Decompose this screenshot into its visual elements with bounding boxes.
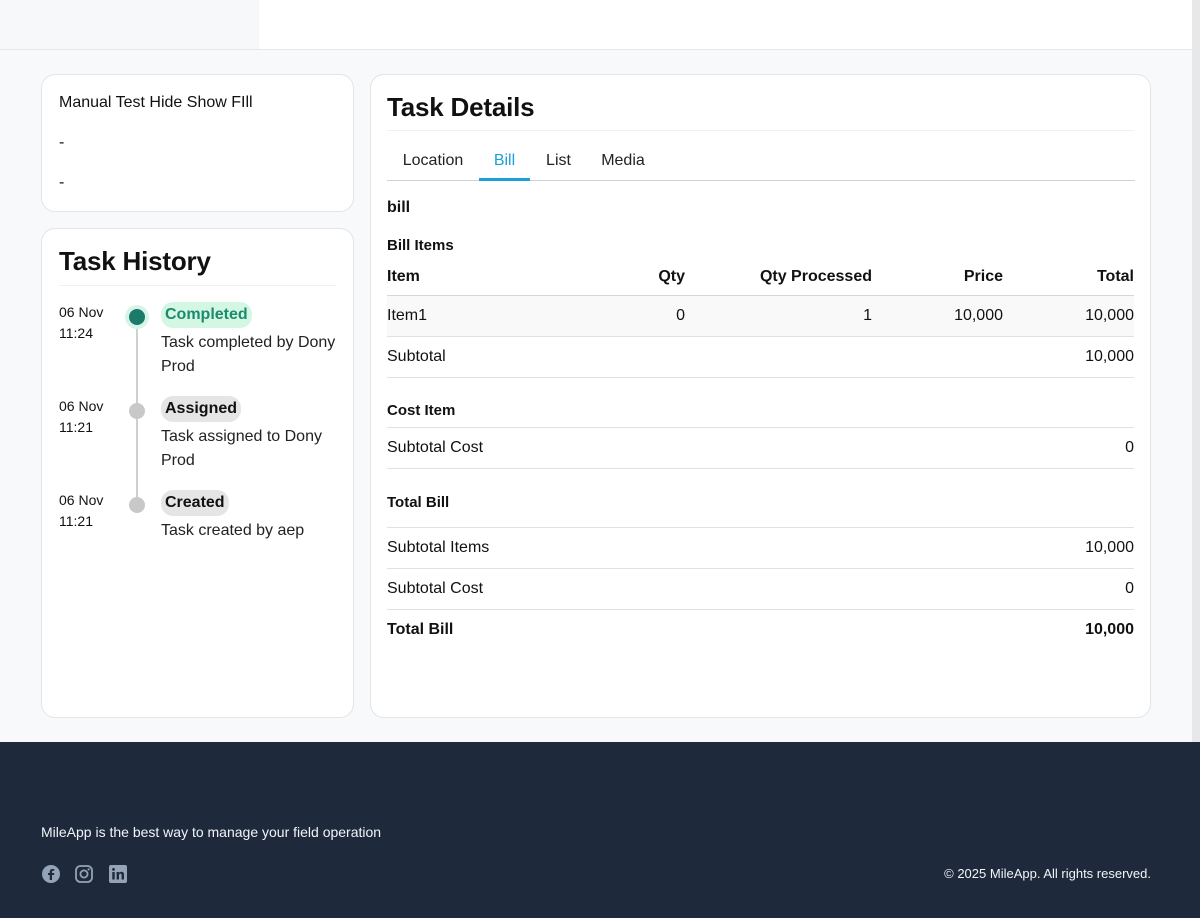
- task-title: Manual Test Hide Show FIll: [59, 94, 253, 111]
- bill-section-title: bill: [387, 199, 411, 216]
- timeline-date-time: 11:21: [59, 513, 93, 529]
- summary-subtotal-cost-row: Subtotal Cost 0: [387, 569, 1134, 610]
- timeline-description: Task completed by Dony Prod: [161, 334, 336, 375]
- column-header-total: Total: [1096, 268, 1134, 285]
- divider: [387, 130, 1134, 131]
- timeline-dot: [129, 403, 145, 419]
- table-row: Item1 0 1 10,000 10,000: [387, 296, 1134, 337]
- subtotal-items-value: 10,000: [1085, 539, 1134, 556]
- task-history-card: Task History 06 Nov 11:24 Completed Task…: [41, 228, 354, 718]
- task-details-title: Task Details: [387, 92, 535, 122]
- subtotal-cost-label: Subtotal Cost: [387, 439, 484, 456]
- subtotal-cost-value: 0: [1125, 439, 1134, 456]
- page-scrollbar[interactable]: [1192, 0, 1200, 742]
- timeline-date: 06 Nov 11:24: [59, 302, 119, 344]
- footer-copyright: © 2025 MileApp. All rights reserved.: [944, 866, 1151, 881]
- subtotal-items-label: Subtotal Items: [387, 539, 490, 556]
- cell-price: 10,000: [954, 307, 1003, 324]
- cell-qty: 0: [676, 307, 685, 324]
- task-history-title: Task History: [59, 246, 211, 276]
- summary-subtotal-cost-value: 0: [1125, 580, 1134, 597]
- timeline-description: Task created by aep: [161, 522, 305, 539]
- task-info-line-2: -: [59, 134, 65, 151]
- cell-total: 10,000: [1085, 307, 1134, 324]
- timeline-dot: [129, 497, 145, 513]
- bill-items-label: Bill Items: [387, 237, 454, 254]
- timeline-date-day: 06 Nov: [59, 304, 104, 320]
- summary-subtotal-items-row: Subtotal Items 10,000: [387, 528, 1134, 569]
- total-bill-value: 10,000: [1085, 621, 1134, 638]
- timeline-date: 06 Nov 11:21: [59, 490, 119, 532]
- tab-location[interactable]: Location: [387, 142, 479, 181]
- task-info-card: Manual Test Hide Show FIll - -: [41, 74, 354, 212]
- summary-total-bill-row: Total Bill 10,000: [387, 610, 1134, 651]
- tab-list[interactable]: List: [530, 142, 587, 181]
- timeline-date-time: 11:21: [59, 419, 93, 435]
- timeline-date-day: 06 Nov: [59, 398, 104, 414]
- column-header-price: Price: [963, 268, 1003, 285]
- subtotal-row: Subtotal 10,000: [387, 337, 1134, 378]
- top-bar-brand-area: [0, 0, 259, 49]
- cost-item-label: Cost Item: [387, 402, 456, 419]
- column-header-item: Item: [387, 268, 420, 285]
- top-bar: [0, 0, 1192, 50]
- cell-qty-processed: 1: [863, 307, 872, 324]
- status-badge: Assigned: [161, 396, 242, 422]
- task-info-line-3: -: [59, 174, 65, 191]
- task-details-card: Task Details Location Bill List Media bi…: [370, 74, 1151, 718]
- cell-item: Item1: [387, 307, 428, 324]
- facebook-icon[interactable]: [41, 864, 61, 884]
- timeline-date-time: 11:24: [59, 325, 93, 341]
- tab-media[interactable]: Media: [587, 142, 659, 181]
- total-bill-label: Total Bill: [387, 621, 454, 638]
- divider: [59, 285, 336, 286]
- footer-tagline: MileApp is the best way to manage your f…: [41, 824, 382, 840]
- footer: MileApp is the best way to manage your f…: [0, 742, 1200, 918]
- timeline-description: Task assigned to Dony Prod: [161, 428, 322, 469]
- linkedin-icon[interactable]: [108, 864, 128, 884]
- total-bill-section-label: Total Bill: [387, 494, 450, 511]
- timeline-date: 06 Nov 11:21: [59, 396, 119, 438]
- tab-bill[interactable]: Bill: [479, 142, 530, 181]
- column-header-qty: Qty: [658, 268, 685, 285]
- summary-subtotal-cost-label: Subtotal Cost: [387, 580, 484, 597]
- status-badge: Created: [161, 490, 229, 516]
- timeline-dot-completed: [129, 309, 145, 325]
- subtotal-label: Subtotal: [387, 348, 446, 365]
- timeline-date-day: 06 Nov: [59, 492, 104, 508]
- details-tabs: Location Bill List Media: [387, 142, 1135, 181]
- bill-items-header: Item Qty Qty Processed Price Total: [387, 259, 1134, 296]
- instagram-icon[interactable]: [74, 864, 94, 884]
- subtotal-cost-row: Subtotal Cost 0: [387, 428, 1134, 469]
- column-header-qty-processed: Qty Processed: [759, 268, 872, 285]
- subtotal-value: 10,000: [1085, 348, 1134, 365]
- status-badge: Completed: [161, 302, 252, 328]
